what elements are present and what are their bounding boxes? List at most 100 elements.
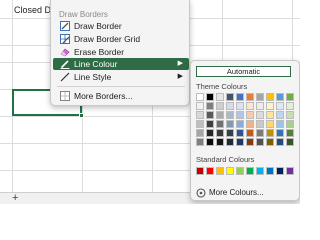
colour-swatch[interactable] (236, 102, 244, 110)
colour-swatch[interactable] (276, 93, 284, 101)
line-style-icon (60, 72, 70, 82)
colour-swatch[interactable] (256, 102, 264, 110)
colour-swatch[interactable] (236, 111, 244, 119)
eraser-icon (60, 48, 70, 57)
colour-swatch[interactable] (216, 102, 224, 110)
colour-swatch[interactable] (226, 138, 234, 146)
draw-border-icon (60, 21, 70, 31)
colour-swatch[interactable] (196, 138, 204, 146)
colour-swatch[interactable] (256, 120, 264, 128)
colour-swatch[interactable] (246, 102, 254, 110)
colour-swatch[interactable] (246, 129, 254, 137)
colour-swatch[interactable] (266, 102, 274, 110)
menu-item-label: Line Style (74, 72, 112, 82)
colour-swatch[interactable] (276, 102, 284, 110)
colour-swatch[interactable] (246, 138, 254, 146)
menu-separator (57, 86, 185, 87)
colour-swatch[interactable] (216, 138, 224, 146)
colour-swatch[interactable] (256, 138, 264, 146)
colour-swatch[interactable] (226, 167, 234, 175)
menu-item-erase-border[interactable]: Erase Border (53, 46, 189, 58)
colour-swatch[interactable] (226, 111, 234, 119)
menu-item-line-style[interactable]: Line Style ▶ (53, 71, 189, 83)
colour-swatch[interactable] (266, 120, 274, 128)
colour-swatch[interactable] (276, 129, 284, 137)
colour-swatch[interactable] (246, 120, 254, 128)
colour-swatch[interactable] (216, 93, 224, 101)
colour-swatch[interactable] (216, 111, 224, 119)
colour-swatch[interactable] (266, 129, 274, 137)
menu-item-line-colour[interactable]: Line Colour ▶ (53, 58, 189, 70)
colour-swatch[interactable] (256, 167, 264, 175)
colour-swatch[interactable] (236, 120, 244, 128)
colour-swatch[interactable] (256, 93, 264, 101)
colour-swatch[interactable] (286, 167, 294, 175)
colour-swatch[interactable] (286, 120, 294, 128)
colour-swatch[interactable] (246, 111, 254, 119)
colour-swatch[interactable] (206, 167, 214, 175)
submenu-arrow-icon: ▶ (177, 73, 183, 80)
colour-swatch[interactable] (266, 138, 274, 146)
menu-item-draw-border-grid[interactable]: Draw Border Grid (53, 33, 189, 45)
colour-swatch[interactable] (216, 167, 224, 175)
colour-swatch[interactable] (286, 129, 294, 137)
menu-item-draw-border[interactable]: Draw Border (53, 20, 189, 32)
colour-swatch[interactable] (226, 102, 234, 110)
colour-swatch[interactable] (206, 102, 214, 110)
colour-swatch[interactable] (226, 93, 234, 101)
colour-swatch[interactable] (196, 111, 204, 119)
menu-item-more-borders[interactable]: More Borders... (53, 90, 189, 102)
pencil-icon (60, 60, 70, 69)
colour-swatch[interactable] (226, 120, 234, 128)
colour-swatch[interactable] (246, 93, 254, 101)
colour-swatch[interactable] (276, 111, 284, 119)
submenu-arrow-icon: ▶ (177, 60, 183, 67)
fill-handle[interactable] (79, 113, 84, 118)
draw-border-grid-icon (60, 34, 70, 44)
colour-swatch[interactable] (206, 129, 214, 137)
menu-item-label: Erase Border (74, 47, 125, 57)
colour-swatch[interactable] (246, 167, 254, 175)
colour-swatch[interactable] (286, 111, 294, 119)
automatic-colour-button[interactable]: Automatic (196, 66, 291, 77)
colour-swatch[interactable] (266, 111, 274, 119)
menu-item-label: More Borders... (74, 91, 133, 101)
borders-menu: Draw Borders Draw Border Draw Border Gri… (50, 0, 190, 106)
colour-swatch[interactable] (286, 102, 294, 110)
colour-swatch[interactable] (286, 93, 294, 101)
colour-swatch[interactable] (196, 120, 204, 128)
colour-swatch[interactable] (256, 129, 264, 137)
colour-swatch[interactable] (226, 129, 234, 137)
colour-swatch[interactable] (206, 120, 214, 128)
colour-swatch[interactable] (206, 111, 214, 119)
colour-swatch[interactable] (236, 93, 244, 101)
theme-colours-label: Theme Colours (196, 82, 248, 91)
colour-swatch[interactable] (236, 129, 244, 137)
more-colours-button[interactable]: More Colours... (196, 187, 264, 198)
colour-swatch[interactable] (236, 167, 244, 175)
colour-swatch[interactable] (266, 93, 274, 101)
colour-swatch[interactable] (276, 138, 284, 146)
add-sheet-icon[interactable]: + (12, 192, 18, 204)
colour-swatch[interactable] (236, 138, 244, 146)
standard-colour-grid (196, 167, 294, 175)
menu-section-header: Draw Borders (59, 10, 108, 19)
colour-wheel-icon (196, 188, 206, 198)
borders-grid-icon (60, 91, 70, 101)
menu-item-label: Line Colour (74, 59, 118, 69)
menu-item-label: Draw Border (74, 21, 122, 31)
colour-swatch[interactable] (286, 138, 294, 146)
colour-swatch[interactable] (196, 129, 204, 137)
colour-swatch[interactable] (276, 120, 284, 128)
colour-swatch[interactable] (216, 120, 224, 128)
colour-swatch[interactable] (196, 93, 204, 101)
colour-swatch[interactable] (206, 138, 214, 146)
colour-swatch[interactable] (196, 167, 204, 175)
colour-swatch[interactable] (216, 129, 224, 137)
colour-swatch[interactable] (256, 111, 264, 119)
colour-swatch[interactable] (266, 167, 274, 175)
colour-swatch[interactable] (276, 167, 284, 175)
more-colours-label: More Colours... (209, 188, 264, 197)
colour-swatch[interactable] (196, 102, 204, 110)
colour-swatch[interactable] (206, 93, 214, 101)
